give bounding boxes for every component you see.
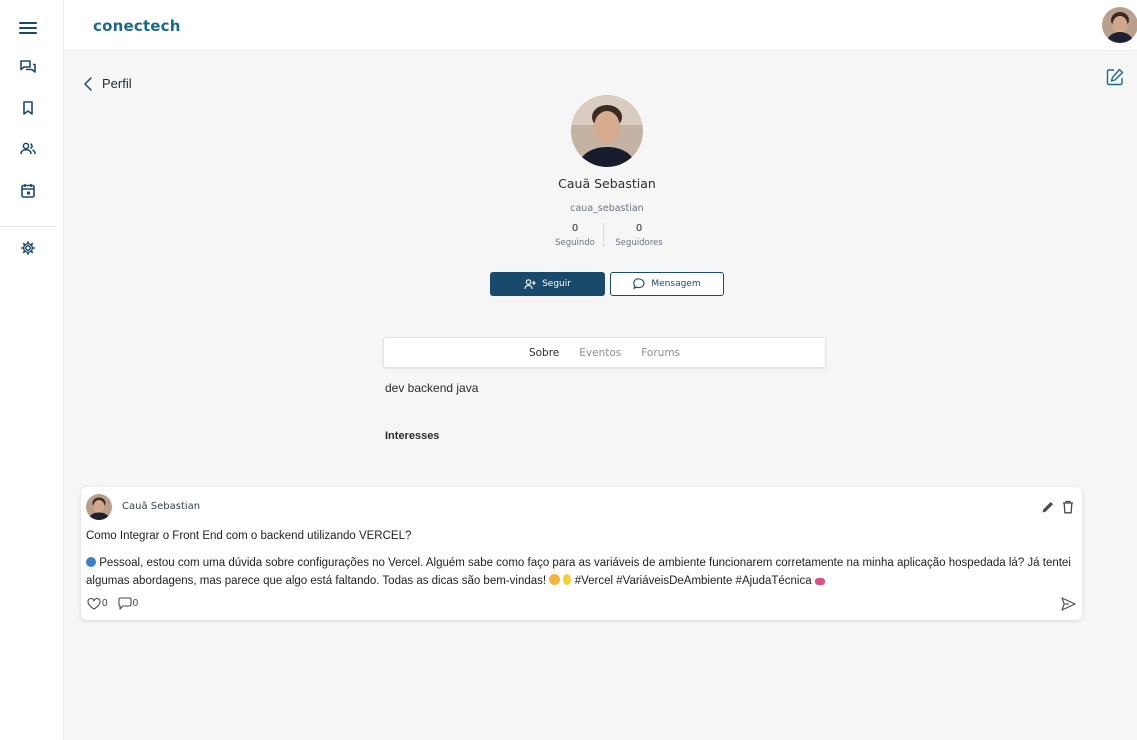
rocket-emoji-icon (814, 578, 825, 585)
followers-label: Seguidores (615, 238, 663, 248)
like-count: 0 (102, 598, 108, 609)
comment-button[interactable]: 0 (118, 597, 139, 610)
send-icon[interactable] (1061, 597, 1076, 612)
edit-profile-icon[interactable] (1106, 68, 1126, 88)
profile-name: Cauã Sebastian (558, 176, 656, 191)
follow-button[interactable]: Seguir (490, 272, 605, 296)
gear-icon[interactable] (14, 234, 42, 262)
chevron-left-icon (84, 76, 92, 91)
chat-bubbles-icon[interactable] (14, 53, 42, 81)
comment-count: 0 (132, 598, 139, 609)
user-avatar[interactable] (1102, 7, 1137, 43)
message-bubble-icon (633, 278, 645, 290)
followers-stat[interactable]: 0 Seguidores (609, 223, 669, 248)
post-hashtags[interactable]: #Vercel #VariáveisDeAmbiente #AjudaTécni… (575, 575, 812, 587)
profile-bio: dev backend java (385, 381, 479, 395)
post-body: Pessoal, estou com uma dúvida sobre conf… (86, 554, 1076, 590)
profile-tabs: Sobre Eventos Forums (383, 337, 826, 368)
message-label: Mensagem (651, 279, 701, 289)
users-icon[interactable] (14, 135, 42, 163)
hamburger-menu-icon[interactable] (14, 14, 42, 42)
tab-forums[interactable]: Forums (641, 347, 680, 359)
stats-divider (603, 223, 604, 247)
sidebar (0, 0, 64, 740)
post-actions: 0 0 (87, 597, 138, 610)
followers-count: 0 (635, 223, 643, 234)
profile-username: caua_sebastian (570, 203, 644, 214)
add-user-icon (524, 278, 536, 289)
bookmark-icon[interactable] (14, 94, 42, 122)
post-card: Cauã Sebastian Como Integrar o Front End… (81, 487, 1082, 620)
sidebar-divider (0, 226, 56, 227)
back-button[interactable]: Perfil (84, 76, 132, 91)
follow-label: Seguir (542, 279, 571, 289)
profile-stats: 0 Seguindo 0 Seguidores (545, 223, 675, 257)
post-author-name[interactable]: Cauã Sebastian (122, 501, 200, 512)
profile-avatar (571, 95, 643, 167)
page-title: Perfil (102, 76, 132, 91)
magnifier-emoji-icon (86, 557, 96, 567)
comment-icon (118, 597, 132, 610)
post-author-avatar[interactable] (86, 494, 112, 520)
post-title: Como Integrar o Front End com o backend … (86, 530, 412, 542)
heart-icon (87, 597, 101, 610)
interests-heading: Interesses (385, 430, 440, 442)
top-bar: conectech (64, 0, 1137, 51)
following-stat[interactable]: 0 Seguindo (545, 223, 605, 248)
pencil-icon[interactable] (1041, 500, 1055, 514)
lightbulb-emoji-icon (563, 574, 572, 585)
following-count: 0 (571, 223, 579, 234)
like-button[interactable]: 0 (87, 597, 108, 610)
following-label: Seguindo (555, 238, 595, 248)
tab-eventos[interactable]: Eventos (579, 347, 621, 359)
thinking-emoji-icon (549, 574, 561, 585)
tab-sobre[interactable]: Sobre (529, 347, 559, 359)
trash-icon[interactable] (1062, 500, 1076, 514)
message-button[interactable]: Mensagem (610, 272, 724, 296)
app-logo[interactable]: conectech (93, 17, 181, 35)
